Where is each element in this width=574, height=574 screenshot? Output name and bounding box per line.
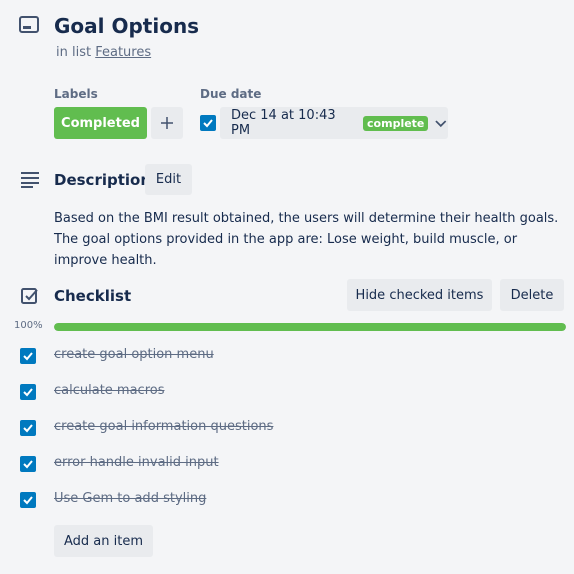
checklist-item-text[interactable]: create goal information questions [54,419,273,434]
delete-checklist-button[interactable]: Delete [500,279,564,311]
labels-heading: Labels [54,87,98,101]
checklist-item-checkbox[interactable] [20,384,36,400]
due-date-heading: Due date [200,87,262,101]
description-heading: Description [54,171,152,189]
check-icon [23,352,33,361]
checklist-heading: Checklist [54,287,132,305]
checklist-item-checkbox[interactable] [20,420,36,436]
checklist-item-checkbox[interactable] [20,348,36,364]
edit-description-button[interactable]: Edit [145,164,192,195]
progress-fill [54,323,566,331]
check-icon [23,496,33,505]
check-icon [203,119,213,128]
description-icon [20,170,40,188]
check-icon [23,424,33,433]
checklist-item-text[interactable]: calculate macros [54,383,164,398]
progress-bar [54,323,566,331]
due-date-button[interactable]: Dec 14 at 10:43 PM complete [220,107,448,139]
card-icon [19,16,39,34]
due-date-checkbox[interactable] [200,115,216,131]
checklist-item-text[interactable]: create goal option menu [54,347,214,362]
add-item-button[interactable]: Add an item [54,525,153,557]
check-icon [23,460,33,469]
list-link[interactable]: Features [95,45,151,60]
checklist-item-text[interactable]: error handle invalid input [54,455,219,470]
checklist-item-text[interactable]: Use Gem to add styling [54,491,206,506]
check-icon [23,388,33,397]
progress-percent: 100% [14,320,43,331]
plus-icon [161,117,173,129]
add-label-button[interactable] [151,107,183,139]
label-completed[interactable]: Completed [54,107,147,139]
due-date-value: Dec 14 at 10:43 PM [231,108,336,138]
due-status-badge: complete [363,115,429,131]
checklist-item-checkbox[interactable] [20,456,36,472]
card-title: Goal Options [54,14,200,38]
in-list-text: in list Features [56,45,151,60]
description-text[interactable]: Based on the BMI result obtained, the us… [54,208,569,271]
chevron-down-icon [435,120,447,128]
hide-checked-button[interactable]: Hide checked items [347,279,492,311]
in-list-prefix: in list [56,45,92,60]
checklist-icon [20,286,40,306]
checklist-item-checkbox[interactable] [20,492,36,508]
